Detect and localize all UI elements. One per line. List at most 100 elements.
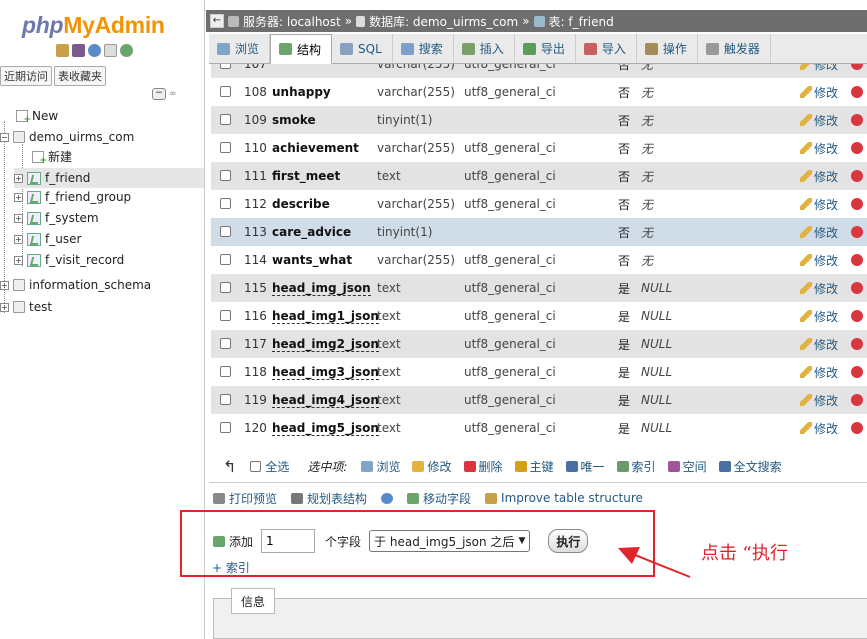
edit-link[interactable]: 修改 xyxy=(800,364,838,381)
tree-item-f-visit-record[interactable]: + f_visit_record xyxy=(14,253,124,267)
breadcrumb-database[interactable]: 数据库: demo_uirms_com xyxy=(369,13,518,30)
tab-3[interactable]: 搜索 xyxy=(393,34,454,63)
delete-icon[interactable] xyxy=(851,142,863,154)
row-checkbox[interactable] xyxy=(220,366,231,377)
tab-0[interactable]: 浏览 xyxy=(209,34,271,63)
logout-icon[interactable] xyxy=(72,44,85,57)
tab-4[interactable]: 插入 xyxy=(454,34,515,63)
delete-icon[interactable] xyxy=(851,170,863,182)
action-3[interactable]: 主键 xyxy=(514,458,554,475)
delete-icon[interactable] xyxy=(851,198,863,210)
delete-icon[interactable] xyxy=(851,422,863,434)
table-row[interactable]: 110 achievement varchar(255) utf8_general_c… xyxy=(211,134,867,162)
edit-link[interactable]: 修改 xyxy=(800,140,838,157)
tree-item-demo-db[interactable]: − demo_uirms_com xyxy=(0,130,134,144)
edit-link[interactable]: 修改 xyxy=(800,252,838,269)
favorites-tab[interactable]: 表收藏夹 xyxy=(54,66,106,86)
tab-7[interactable]: 操作 xyxy=(637,34,698,63)
action-0[interactable]: 浏览 xyxy=(361,458,400,475)
action-6[interactable]: 空间 xyxy=(667,458,707,475)
tree-item-f-user[interactable]: + f_user xyxy=(14,232,81,246)
table-row[interactable]: 113 care_advice tinyint(1) 否无 修改 xyxy=(211,218,867,246)
row-checkbox[interactable] xyxy=(220,422,231,433)
action-5[interactable]: 索引 xyxy=(616,458,656,475)
table-row[interactable]: 115 head_img_json text utf8_general_ci 是 NULL… xyxy=(211,274,867,302)
delete-icon[interactable] xyxy=(851,114,863,126)
delete-icon[interactable] xyxy=(851,366,863,378)
table-row[interactable]: 116 head_img1_json text utf8_general_ci 是 NUL… xyxy=(211,302,867,330)
breadcrumb-server[interactable]: 服务器: localhost xyxy=(243,13,341,30)
expand-icon[interactable]: + xyxy=(14,173,23,183)
delete-icon[interactable] xyxy=(851,394,863,406)
move-columns-link[interactable]: 移动字段 xyxy=(407,490,471,507)
recent-tab[interactable]: 近期访问 xyxy=(0,66,52,86)
row-checkbox[interactable] xyxy=(220,86,231,97)
expand-icon[interactable]: + xyxy=(14,234,23,244)
tree-item-new[interactable]: New xyxy=(16,109,58,125)
action-1[interactable]: 修改 xyxy=(412,458,452,475)
table-row[interactable]: 114 wants_what varchar(255) utf8_general_ci… xyxy=(211,246,867,274)
check-all-label[interactable]: 全选 xyxy=(265,458,289,475)
table-row[interactable]: 112 describe varchar(255) utf8_general_ci 否无… xyxy=(211,190,867,218)
delete-icon[interactable] xyxy=(851,282,863,294)
check-all-checkbox[interactable] xyxy=(250,460,262,472)
tree-item-new-table[interactable]: 新建 xyxy=(32,148,72,166)
phpmyadmin-logo[interactable]: phpMyAdmin xyxy=(22,12,165,39)
delete-icon[interactable] xyxy=(851,254,863,266)
row-checkbox[interactable] xyxy=(220,226,231,237)
collapse-all-icon[interactable]: − xyxy=(152,88,166,100)
table-row[interactable]: 109 smoke tinyint(1) 否无 修改 xyxy=(211,106,867,134)
expand-icon[interactable]: + xyxy=(14,213,23,223)
tab-1[interactable]: 结构 xyxy=(270,34,333,64)
row-checkbox[interactable] xyxy=(220,310,231,321)
console-info-tab[interactable]: 信息 xyxy=(231,588,276,614)
edit-link[interactable]: 修改 xyxy=(800,84,838,101)
row-checkbox[interactable] xyxy=(220,282,231,293)
breadcrumb-table[interactable]: 表: f_friend xyxy=(549,13,614,30)
edit-link[interactable]: 修改 xyxy=(800,168,838,185)
tree-item-f-friend-group[interactable]: + f_friend_group xyxy=(14,190,131,204)
tab-6[interactable]: 导入 xyxy=(576,34,637,63)
edit-link[interactable]: 修改 xyxy=(800,64,838,73)
table-row[interactable]: 107 varchar(255) utf8_general_ci 否 无 修改 xyxy=(211,64,867,78)
improve-structure-link[interactable]: Improve table structure xyxy=(485,491,643,505)
tree-item-test[interactable]: + test xyxy=(0,300,52,314)
row-checkbox[interactable] xyxy=(220,254,231,265)
delete-icon[interactable] xyxy=(851,86,863,98)
nav-toggle-icon[interactable]: ← xyxy=(210,14,224,28)
propose-structure-link[interactable]: 规划表结构 xyxy=(291,490,367,507)
tree-item-f-friend[interactable]: + f_friend xyxy=(14,168,204,188)
tree-item-f-system[interactable]: + f_system xyxy=(14,211,99,225)
row-checkbox[interactable] xyxy=(220,142,231,153)
help-icon[interactable] xyxy=(381,492,394,504)
row-checkbox[interactable] xyxy=(220,64,231,69)
row-checkbox[interactable] xyxy=(220,170,231,181)
home-icon[interactable] xyxy=(56,44,69,57)
reload-icon[interactable] xyxy=(120,44,133,57)
action-2[interactable]: 删除 xyxy=(463,458,503,475)
expand-icon[interactable]: + xyxy=(14,192,23,202)
tab-2[interactable]: SQL xyxy=(332,34,393,63)
print-view-link[interactable]: 打印预览 xyxy=(213,490,277,507)
edit-link[interactable]: 修改 xyxy=(800,280,838,297)
table-row[interactable]: 120 head_img5_json text utf8_general_ci 是 NUL… xyxy=(211,414,867,442)
tab-5[interactable]: 导出 xyxy=(515,34,576,63)
table-row[interactable]: 119 head_img4_json text utf8_general_ci 是 NUL… xyxy=(211,386,867,414)
row-checkbox[interactable] xyxy=(220,394,231,405)
edit-link[interactable]: 修改 xyxy=(800,196,838,213)
docs-icon[interactable] xyxy=(104,44,117,57)
delete-icon[interactable] xyxy=(851,338,863,350)
row-checkbox[interactable] xyxy=(220,338,231,349)
table-row[interactable]: 108 unhappy varchar(255) utf8_general_ci 否无 修… xyxy=(211,78,867,106)
expand-icon[interactable]: + xyxy=(0,302,9,312)
edit-link[interactable]: 修改 xyxy=(800,224,838,241)
edit-link[interactable]: 修改 xyxy=(800,392,838,409)
link-icon[interactable]: ∞ xyxy=(169,89,177,99)
expand-icon[interactable]: + xyxy=(14,255,23,265)
edit-link[interactable]: 修改 xyxy=(800,420,838,437)
row-checkbox[interactable] xyxy=(220,198,231,209)
delete-icon[interactable] xyxy=(851,226,863,238)
action-4[interactable]: 唯一 xyxy=(565,458,605,475)
collapse-icon[interactable]: − xyxy=(0,132,9,142)
table-row[interactable]: 118 head_img3_json text utf8_general_ci 是 NUL… xyxy=(211,358,867,386)
